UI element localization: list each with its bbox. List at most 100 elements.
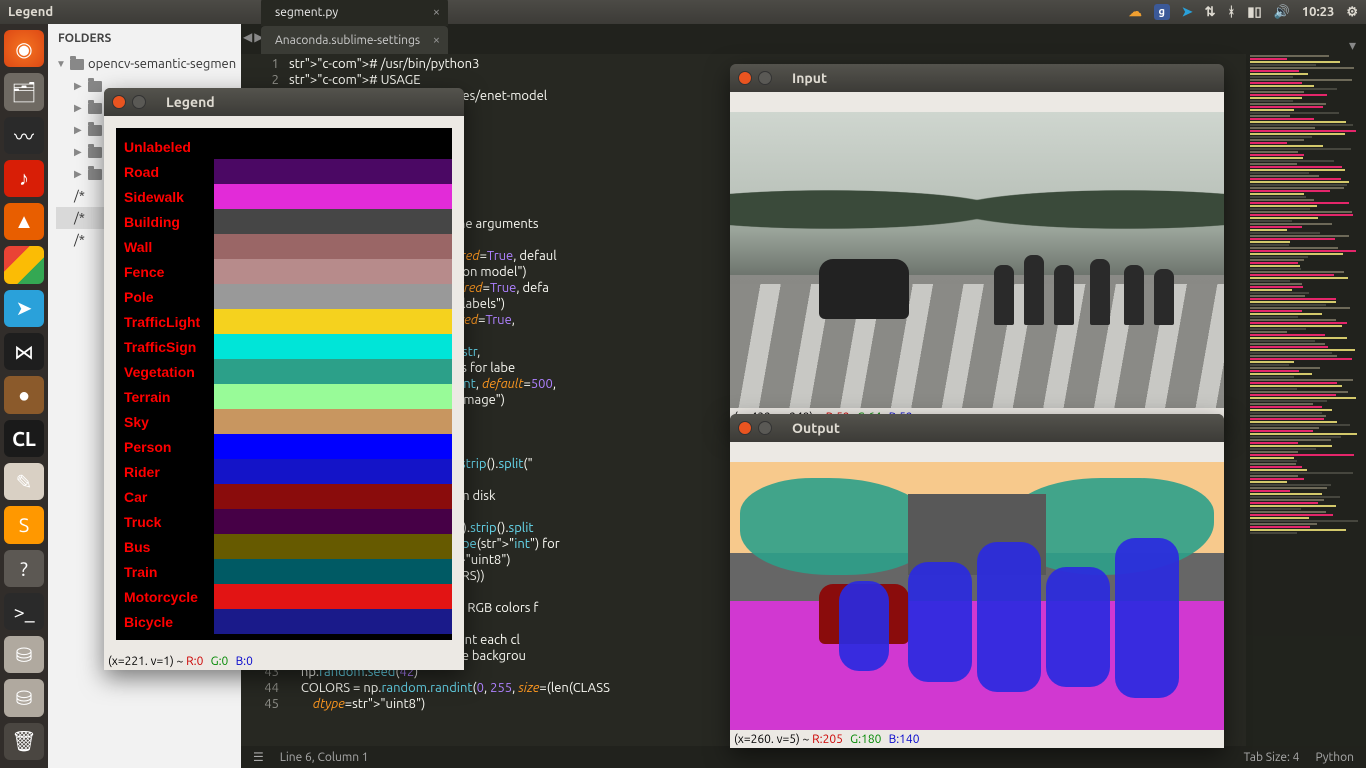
launcher-trash-icon[interactable]: 🗑 bbox=[4, 723, 44, 760]
legend-row-train: Train bbox=[116, 559, 452, 584]
legend-label: Wall bbox=[116, 239, 214, 255]
tray-battery-icon[interactable]: ▮▯ bbox=[1247, 5, 1261, 20]
input-window-title: Input bbox=[792, 70, 827, 86]
legend-swatch bbox=[214, 484, 452, 509]
tray-clock[interactable]: 10:23 bbox=[1302, 5, 1335, 19]
input-window[interactable]: Input (x=432. v=249) ~ R:52 G:64 B:52 bbox=[730, 64, 1224, 426]
tray-volume-icon[interactable]: 🔊 bbox=[1274, 5, 1290, 20]
tray-app-icon[interactable]: g bbox=[1154, 4, 1170, 20]
output-toolbar bbox=[730, 442, 1224, 462]
legend-label: Motorcycle bbox=[116, 589, 214, 605]
launcher-disk2-icon[interactable]: ⛁ bbox=[4, 679, 44, 716]
legend-row-wall: Wall bbox=[116, 234, 452, 259]
minimap[interactable] bbox=[1246, 54, 1366, 748]
tab-label: segment.py bbox=[275, 6, 338, 19]
legend-row-trafficlight: TrafficLight bbox=[116, 309, 452, 334]
legend-label: Rider bbox=[116, 464, 214, 480]
legend-row-truck: Truck bbox=[116, 509, 452, 534]
menubar-title: Legend bbox=[8, 5, 53, 19]
nav-back-icon[interactable]: ◀ bbox=[243, 30, 252, 44]
tree-root[interactable]: ▼opencv-semantic-segmen bbox=[56, 53, 241, 75]
output-window-title: Output bbox=[792, 420, 840, 436]
tray-bluetooth-icon[interactable]: ᚼ bbox=[1228, 5, 1236, 19]
output-window[interactable]: Output (x=260. v=5) ~ R:205 G:180 B:140 bbox=[730, 414, 1224, 748]
legend-swatch bbox=[214, 134, 452, 159]
legend-row-road: Road bbox=[116, 159, 452, 184]
legend-row-trafficsign: TrafficSign bbox=[116, 334, 452, 359]
legend-row-bicycle: Bicycle bbox=[116, 609, 452, 634]
tray-gear-icon[interactable]: ⚙ bbox=[1346, 5, 1358, 20]
sidebar-title: FOLDERS bbox=[48, 24, 241, 53]
legend-row-fence: Fence bbox=[116, 259, 452, 284]
legend-swatch bbox=[214, 434, 452, 459]
tray-cloud-icon[interactable]: ☁ bbox=[1129, 5, 1142, 20]
legend-label: Person bbox=[116, 439, 214, 455]
legend-swatch bbox=[214, 284, 452, 309]
launcher-gedit-icon[interactable]: ✎ bbox=[4, 463, 44, 500]
status-tabsize[interactable]: Tab Size: 4 bbox=[1244, 751, 1300, 764]
legend-label: Unlabeled bbox=[116, 139, 214, 155]
close-icon[interactable] bbox=[112, 95, 126, 109]
tab-menu-icon[interactable]: ▾ bbox=[1339, 37, 1366, 54]
legend-label: TrafficLight bbox=[116, 314, 214, 330]
legend-swatch bbox=[214, 609, 452, 634]
legend-label: Bicycle bbox=[116, 614, 214, 630]
tray-network-icon[interactable]: ⇅ bbox=[1205, 5, 1216, 20]
legend-label: Truck bbox=[116, 514, 214, 530]
legend-window[interactable]: Legend UnlabeledRoadSidewalkBuildingWall… bbox=[104, 88, 464, 670]
launcher-disk-icon[interactable]: ⛁ bbox=[4, 636, 44, 673]
legend-row-vegetation: Vegetation bbox=[116, 359, 452, 384]
launcher-sublime-icon[interactable]: S bbox=[4, 506, 44, 543]
legend-label: Pole bbox=[116, 289, 214, 305]
close-icon[interactable] bbox=[738, 71, 752, 85]
launcher-chrome-icon[interactable] bbox=[4, 246, 44, 283]
legend-label: Fence bbox=[116, 264, 214, 280]
legend-row-pole: Pole bbox=[116, 284, 452, 309]
legend-label: Terrain bbox=[116, 389, 214, 405]
launcher-acorn-icon[interactable]: ● bbox=[4, 376, 44, 413]
legend-body: UnlabeledRoadSidewalkBuildingWallFencePo… bbox=[116, 128, 452, 640]
launcher-clion-icon[interactable]: CL bbox=[4, 420, 44, 457]
minimize-icon[interactable] bbox=[758, 71, 772, 85]
tab-bar: ◀▶ segment.py×Anaconda.sublime-settings×… bbox=[241, 24, 1366, 54]
tab-close-icon[interactable]: × bbox=[433, 5, 440, 19]
launcher-telegram-icon[interactable]: ➤ bbox=[4, 290, 44, 327]
legend-label: Vegetation bbox=[116, 364, 214, 380]
status-hamburger-icon[interactable]: ☰ bbox=[253, 750, 264, 764]
launcher-vscode-icon[interactable]: ⋈ bbox=[4, 333, 44, 370]
launcher-monitor-icon[interactable]: 〰 bbox=[4, 117, 44, 154]
menubar: Legend ☁ g ➤ ⇅ ᚼ ▮▯ 🔊 10:23 ⚙ bbox=[0, 0, 1366, 24]
legend-swatch bbox=[214, 384, 452, 409]
input-image bbox=[730, 112, 1224, 408]
legend-window-title: Legend bbox=[166, 94, 215, 110]
legend-row-bus: Bus bbox=[116, 534, 452, 559]
legend-swatch bbox=[214, 359, 452, 384]
output-coords: (x=260. v=5) ~ R:205 G:180 B:140 bbox=[730, 730, 1224, 748]
legend-swatch bbox=[214, 234, 452, 259]
launcher-terminal-icon[interactable]: >_ bbox=[4, 593, 44, 630]
tray-telegram-icon[interactable]: ➤ bbox=[1182, 5, 1193, 20]
tree-root-label: opencv-semantic-segmen bbox=[88, 57, 236, 71]
tab-close-icon[interactable]: × bbox=[433, 33, 440, 47]
status-syntax[interactable]: Python bbox=[1315, 751, 1354, 764]
legend-row-person: Person bbox=[116, 434, 452, 459]
legend-label: Building bbox=[116, 214, 214, 230]
launcher-vlc-icon[interactable]: ▲ bbox=[4, 203, 44, 240]
close-icon[interactable] bbox=[738, 421, 752, 435]
tab-segment-py[interactable]: segment.py × bbox=[261, 0, 448, 26]
legend-label: Car bbox=[116, 489, 214, 505]
legend-swatch bbox=[214, 534, 452, 559]
launcher-files-icon[interactable]: 🗂 bbox=[4, 73, 44, 110]
minimize-icon[interactable] bbox=[132, 95, 146, 109]
launcher-help-icon[interactable]: ? bbox=[4, 550, 44, 587]
legend-label: Train bbox=[116, 564, 214, 580]
legend-swatch bbox=[214, 209, 452, 234]
launcher-music-icon[interactable]: ♪ bbox=[4, 160, 44, 197]
legend-swatch bbox=[214, 334, 452, 359]
legend-swatch bbox=[214, 184, 452, 209]
minimize-icon[interactable] bbox=[758, 421, 772, 435]
legend-row-rider: Rider bbox=[116, 459, 452, 484]
tab-Anaconda-sublime-settings[interactable]: Anaconda.sublime-settings× bbox=[261, 26, 448, 54]
legend-swatch bbox=[214, 559, 452, 584]
launcher-dash-icon[interactable]: ◉ bbox=[4, 30, 44, 67]
